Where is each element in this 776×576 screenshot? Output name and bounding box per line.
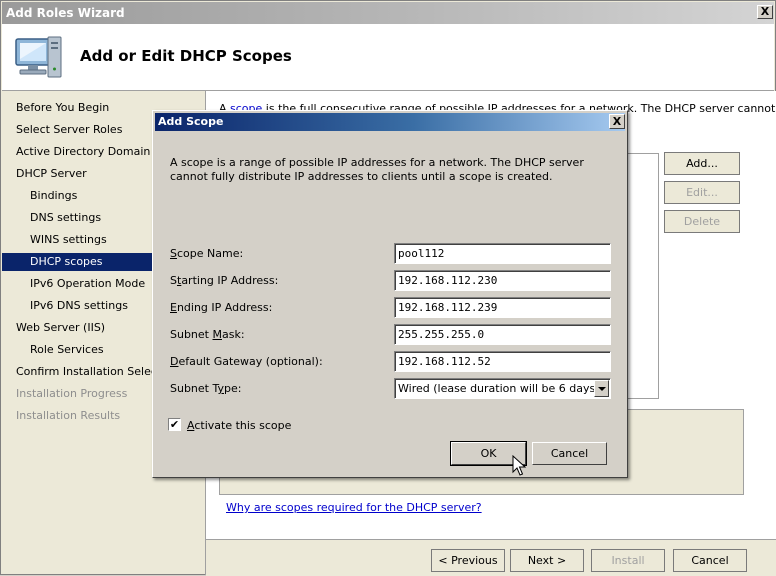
- dialog-title-bar[interactable]: Add Scope X: [155, 113, 625, 131]
- ok-button-label: OK: [480, 447, 497, 460]
- subnet-mask-input[interactable]: 255.255.255.0: [394, 324, 611, 345]
- nav-step-item[interactable]: DHCP scopes: [2, 253, 154, 271]
- delete-scope-button[interactable]: Delete: [664, 210, 740, 233]
- server-computer-icon: [15, 36, 62, 78]
- scope-name-input[interactable]: pool112: [394, 243, 611, 264]
- dialog-close-button[interactable]: X: [609, 114, 625, 129]
- wizard-title-bar[interactable]: Add Roles Wizard X: [2, 2, 774, 24]
- dialog-title: Add Scope: [158, 115, 224, 128]
- page-title: Add or Edit DHCP Scopes: [80, 47, 292, 65]
- activate-scope-label[interactable]: Activate this scope: [187, 419, 291, 432]
- mouse-pointer-icon: [512, 455, 526, 476]
- wizard-button-bar: < Previous Next > Install Cancel: [206, 539, 776, 576]
- checkmark-icon: ✔: [169, 418, 180, 431]
- next-button[interactable]: Next >: [510, 549, 584, 572]
- default-gateway-input[interactable]: 192.168.112.52: [394, 351, 611, 372]
- subnet-mask-label: Subnet Mask:: [170, 328, 245, 341]
- starting-ip-label: Starting IP Address:: [170, 274, 279, 287]
- wizard-title: Add Roles Wizard: [6, 6, 125, 20]
- ending-ip-input[interactable]: 192.168.112.239: [394, 297, 611, 318]
- activate-scope-checkbox[interactable]: ✔: [168, 418, 181, 431]
- add-scope-button[interactable]: Add...: [664, 152, 740, 175]
- close-icon: X: [760, 5, 770, 18]
- scope-name-label: Scope Name:: [170, 247, 244, 260]
- dialog-cancel-button[interactable]: Cancel: [532, 442, 607, 465]
- add-scope-dialog: Add Scope X A scope is a range of possib…: [152, 110, 628, 478]
- default-gateway-label: Default Gateway (optional):: [170, 355, 323, 368]
- previous-button[interactable]: < Previous: [431, 549, 505, 572]
- help-link[interactable]: Why are scopes required for the DHCP ser…: [226, 501, 482, 514]
- subnet-type-label: Subnet Type:: [170, 382, 242, 395]
- close-icon: X: [612, 115, 622, 128]
- subnet-type-select[interactable]: Wired (lease duration will be 6 days): [394, 378, 611, 399]
- subnet-type-value: Wired (lease duration will be 6 days): [398, 382, 600, 395]
- ending-ip-label: Ending IP Address:: [170, 301, 273, 314]
- edit-scope-button[interactable]: Edit...: [664, 181, 740, 204]
- wizard-cancel-button[interactable]: Cancel: [673, 549, 747, 572]
- install-button[interactable]: Install: [591, 549, 665, 572]
- starting-ip-input[interactable]: 192.168.112.230: [394, 270, 611, 291]
- dialog-description: A scope is a range of possible IP addres…: [170, 156, 584, 183]
- wizard-close-button[interactable]: X: [757, 5, 773, 19]
- chevron-down-icon[interactable]: [594, 380, 609, 397]
- wizard-header: Add or Edit DHCP Scopes: [2, 24, 774, 91]
